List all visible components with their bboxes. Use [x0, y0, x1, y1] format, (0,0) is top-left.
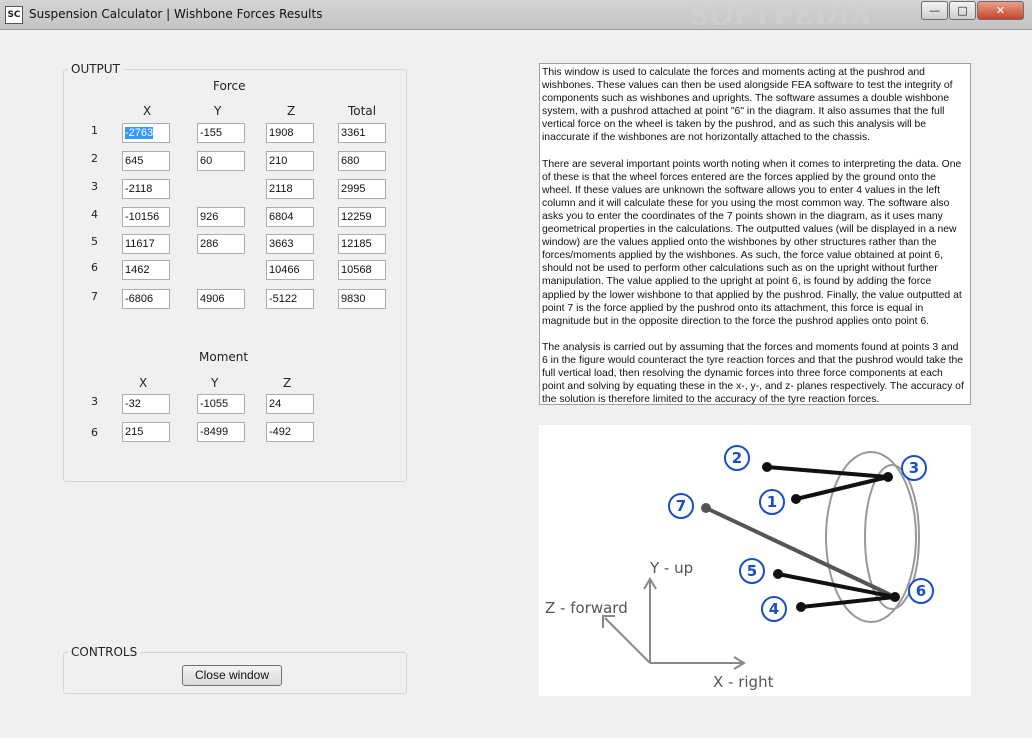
moment-3-y-field[interactable]: -1055: [197, 394, 245, 414]
force-6-z-field[interactable]: 10466: [266, 260, 314, 280]
upper-wishbone-front-arm: [766, 465, 889, 479]
force-4-y-field[interactable]: 926: [197, 207, 245, 227]
x-axis-label: X - right: [713, 673, 774, 691]
moment-6-z-field[interactable]: -492: [266, 422, 314, 442]
title-bar: SC Suspension Calculator | Wishbone Forc…: [0, 0, 1032, 31]
force-3-z-field[interactable]: 2118: [266, 179, 314, 199]
moment-col-y: Y: [211, 376, 219, 390]
point-4-label: 4: [769, 600, 779, 618]
force-6-total-field[interactable]: 10568: [338, 260, 386, 280]
force-4-total-field[interactable]: 12259: [338, 207, 386, 227]
close-window-button[interactable]: Close window: [182, 665, 282, 686]
force-col-x: X: [143, 104, 152, 118]
force-7-y-field[interactable]: 4906: [197, 289, 245, 309]
force-col-y: Y: [214, 104, 222, 118]
moment-col-x: X: [139, 376, 148, 390]
force-col-total: Total: [348, 104, 377, 118]
force-row-label-4: 4: [91, 208, 98, 221]
description-textbox[interactable]: This window is used to calculate the for…: [539, 63, 971, 405]
pushrod-line: [705, 506, 896, 599]
app-icon: SC: [5, 6, 23, 24]
controls-group-label: CONTROLS: [68, 645, 141, 659]
description-paragraph-1: This window is used to calculate the for…: [542, 67, 953, 144]
description-paragraph-3: The analysis is carried out by assuming …: [542, 341, 964, 405]
force-5-x-field[interactable]: 11617: [122, 234, 170, 254]
joint-1-dot: [791, 494, 801, 504]
force-row-label-2: 2: [91, 152, 98, 165]
force-5-y-field[interactable]: 286: [197, 234, 245, 254]
z-axis-label: Z - forward: [545, 599, 628, 617]
force-4-z-field[interactable]: 6804: [266, 207, 314, 227]
force-7-x-field[interactable]: -6806: [122, 289, 170, 309]
force-col-z: Z: [287, 104, 296, 118]
force-3-total-field[interactable]: 2995: [338, 179, 386, 199]
z-axis-line: [604, 617, 651, 664]
force-5-z-field[interactable]: 3663: [266, 234, 314, 254]
joint-5-dot: [773, 569, 783, 579]
point-2-label: 2: [732, 449, 742, 467]
force-2-z-field[interactable]: 210: [266, 151, 314, 171]
force-row-label-5: 5: [91, 235, 98, 248]
force-4-x-field[interactable]: -10156: [122, 207, 170, 227]
point-5-label: 5: [747, 562, 757, 580]
force-5-total-field[interactable]: 12185: [338, 234, 386, 254]
force-7-total-field[interactable]: 9830: [338, 289, 386, 309]
moment-row-label-3: 3: [91, 395, 98, 408]
moment-heading: Moment: [199, 350, 249, 364]
force-2-x-field[interactable]: 645: [122, 151, 170, 171]
force-1-x-selected-text: -2763: [125, 127, 154, 139]
force-heading: Force: [213, 79, 246, 93]
output-group-label: OUTPUT: [68, 62, 123, 76]
force-3-x-field[interactable]: -2118: [122, 179, 170, 199]
joint-3-dot: [883, 472, 893, 482]
force-1-x-field[interactable]: -2763: [122, 123, 170, 143]
point-6-label: 6: [916, 582, 926, 600]
force-row-label-3: 3: [91, 180, 98, 193]
force-1-z-field[interactable]: 1908: [266, 123, 314, 143]
force-6-x-field[interactable]: 1462: [122, 260, 170, 280]
joint-7-dot: [701, 503, 711, 513]
y-axis-label: Y - up: [649, 559, 693, 577]
point-1-label: 1: [767, 493, 777, 511]
window-title: Suspension Calculator | Wishbone Forces …: [29, 7, 323, 21]
maximize-button[interactable]: □: [949, 1, 976, 20]
moment-3-z-field[interactable]: 24: [266, 394, 314, 414]
watermark: SOFTPEDIA: [690, 1, 873, 31]
force-1-total-field[interactable]: 3361: [338, 123, 386, 143]
point-3-label: 3: [909, 459, 919, 477]
close-window-x-button[interactable]: ✕: [977, 1, 1024, 20]
joint-2-dot: [762, 462, 772, 472]
moment-row-label-6: 6: [91, 426, 98, 439]
force-row-label-1: 1: [91, 124, 98, 137]
moment-6-x-field[interactable]: 215: [122, 422, 170, 442]
force-row-label-6: 6: [91, 261, 98, 274]
force-1-y-field[interactable]: -155: [197, 123, 245, 143]
point-7-label: 7: [676, 497, 686, 515]
upper-wishbone-rear-arm: [795, 475, 889, 501]
force-2-y-field[interactable]: 60: [197, 151, 245, 171]
joint-4-dot: [796, 602, 806, 612]
moment-3-x-field[interactable]: -32: [122, 394, 170, 414]
description-paragraph-2: There are several important points worth…: [542, 158, 962, 327]
wishbone-diagram: 2 1 3 7 5 4 6 Y - up Z - forward X - rig…: [539, 425, 971, 696]
moment-6-y-field[interactable]: -8499: [197, 422, 245, 442]
force-7-z-field[interactable]: -5122: [266, 289, 314, 309]
joint-6-dot: [890, 592, 900, 602]
force-row-label-7: 7: [91, 290, 98, 303]
force-2-total-field[interactable]: 680: [338, 151, 386, 171]
moment-col-z: Z: [283, 376, 292, 390]
minimize-button[interactable]: —: [921, 1, 948, 20]
